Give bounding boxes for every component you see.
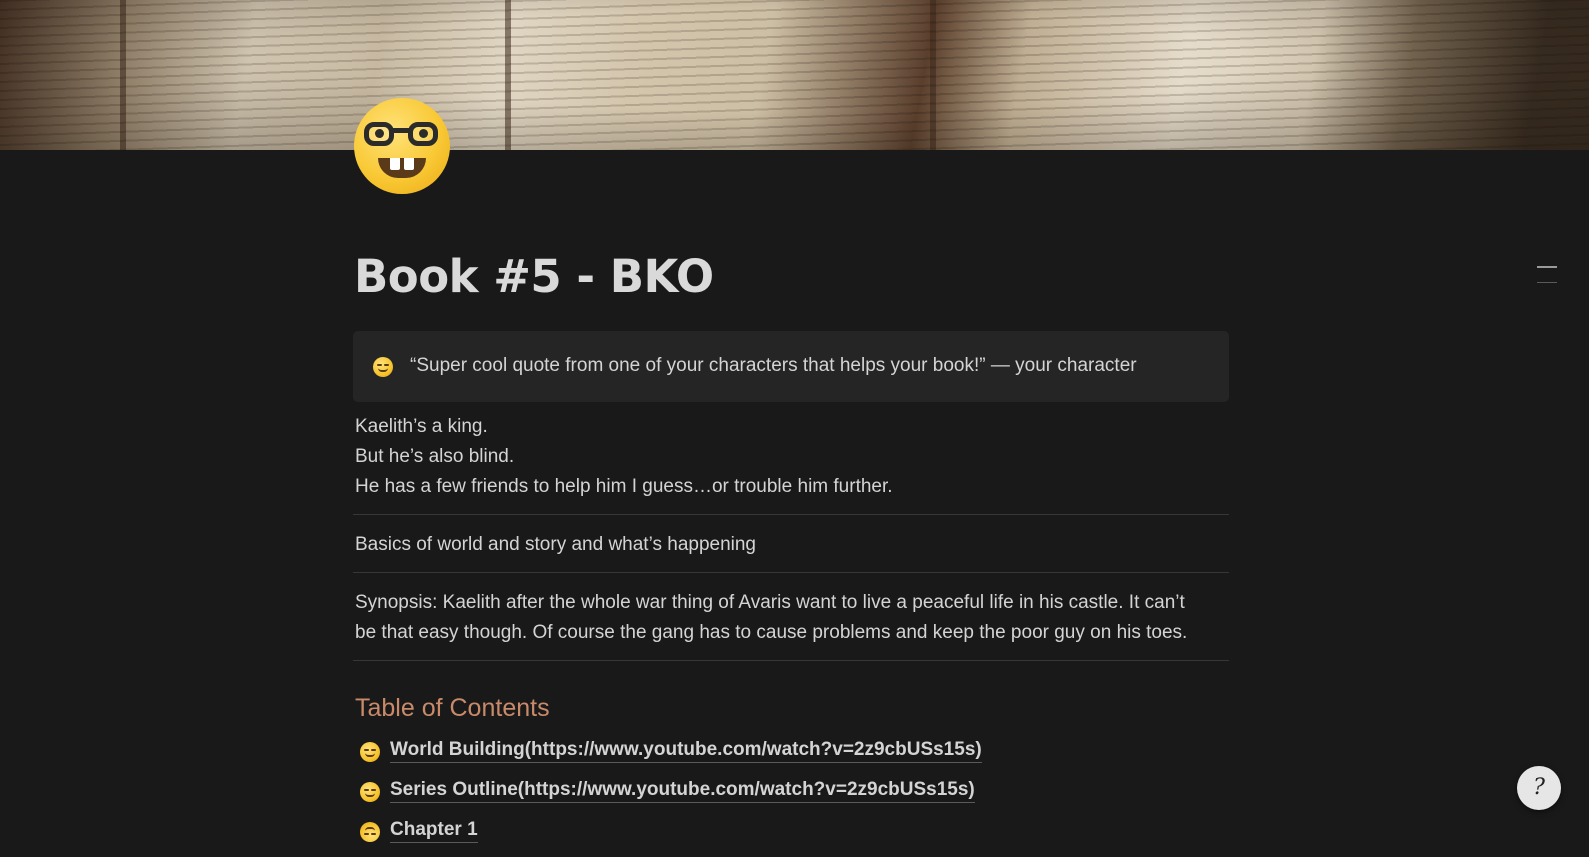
toc-link[interactable]: World Building(https://www.youtube.com/w… [390, 738, 982, 763]
intro-line[interactable]: But he’s also blind. [355, 442, 514, 472]
toc-link[interactable]: Series Outline(https://www.youtube.com/w… [390, 778, 975, 803]
divider [353, 660, 1229, 661]
smirking-face-icon [360, 742, 380, 762]
intro-line[interactable]: Kaelith’s a king. [355, 412, 488, 442]
thinking-face-icon [360, 782, 380, 802]
help-button[interactable]: ? [1517, 766, 1561, 810]
toc-heading[interactable]: Table of Contents [355, 694, 550, 723]
toc-link[interactable]: Chapter 1 [390, 818, 478, 843]
divider [353, 572, 1229, 573]
help-icon: ? [1533, 775, 1545, 800]
intro-line[interactable]: He has a few friends to help him I guess… [355, 472, 893, 502]
upside-down-face-icon [360, 822, 380, 842]
callout-text[interactable]: “Super cool quote from one of your chara… [410, 355, 1137, 377]
smirking-face-icon[interactable] [373, 357, 393, 377]
synopsis-line[interactable]: Synopsis: Kaelith after the whole war th… [355, 588, 1185, 618]
divider [353, 514, 1229, 515]
notion-page: Book #5 - BKO “Super cool quote from one… [0, 0, 1589, 857]
outline-marker[interactable] [1537, 282, 1557, 283]
page-title[interactable]: Book #5 - BKO [354, 250, 714, 303]
synopsis-line[interactable]: be that easy though. Of course the gang … [355, 618, 1187, 648]
quote-callout[interactable]: “Super cool quote from one of your chara… [353, 331, 1229, 402]
cover-image[interactable] [0, 0, 1589, 150]
nerd-face-icon[interactable] [354, 98, 450, 194]
outline-marker[interactable] [1537, 266, 1557, 268]
basics-text[interactable]: Basics of world and story and what’s hap… [355, 530, 756, 560]
